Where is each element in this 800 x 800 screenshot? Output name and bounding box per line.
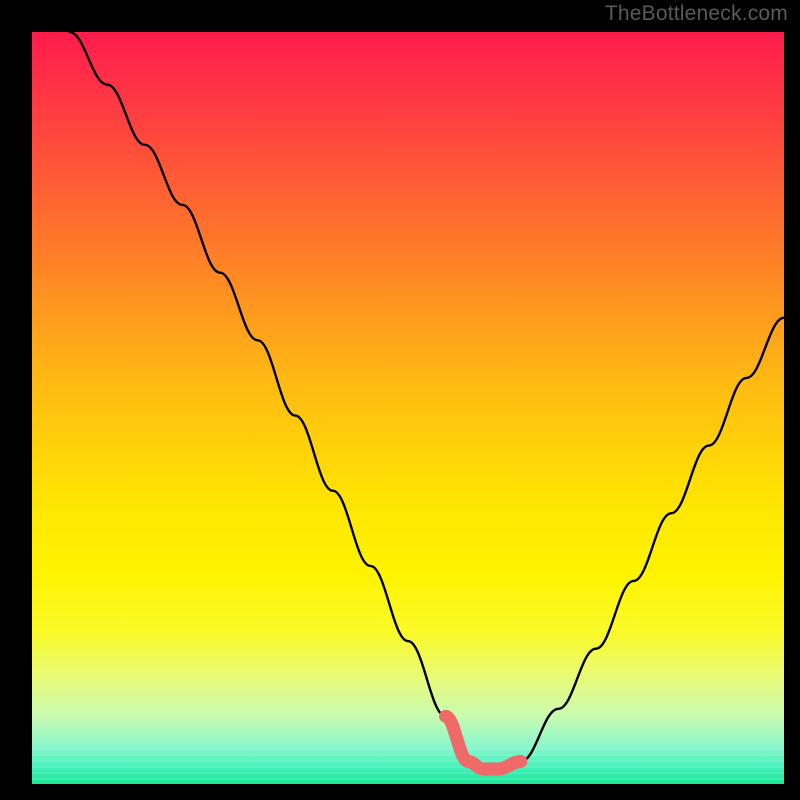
chart-frame: TheBottleneck.com [0,0,800,800]
watermark-text: TheBottleneck.com [605,2,788,26]
highlight-segment [446,716,521,769]
curve-layer [32,32,784,784]
bottleneck-curve [70,32,784,769]
plot-area [32,32,784,784]
